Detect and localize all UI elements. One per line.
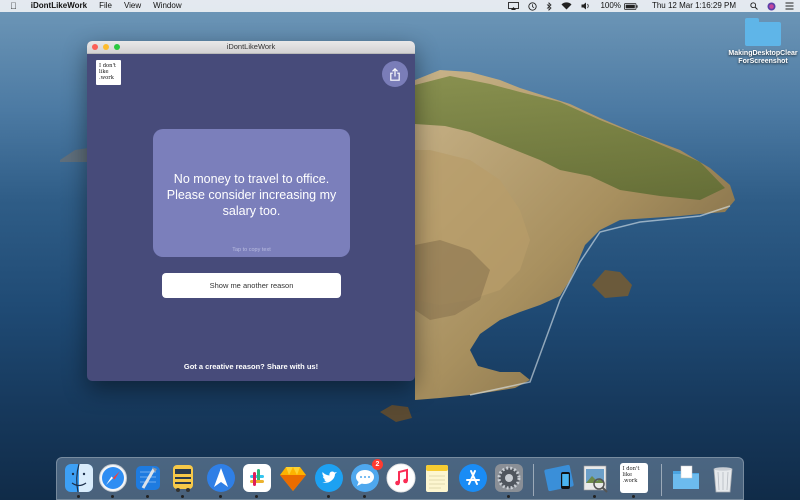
share-button[interactable] bbox=[382, 61, 408, 87]
menu-app-name[interactable]: iDontLikeWork bbox=[31, 0, 87, 12]
running-indicator bbox=[77, 495, 80, 498]
dock-item-downloads[interactable] bbox=[670, 462, 701, 493]
window-title: iDontLikeWork bbox=[226, 42, 276, 51]
gear-icon bbox=[494, 463, 523, 492]
running-indicator bbox=[255, 495, 258, 498]
notes-icon bbox=[425, 464, 448, 492]
app-logo-icon: I don't like .work bbox=[96, 60, 121, 85]
dock-item-music[interactable] bbox=[385, 462, 416, 493]
battery-percent[interactable]: 100% bbox=[600, 0, 620, 12]
folder-icon bbox=[745, 18, 781, 46]
xcode-icon bbox=[135, 465, 160, 490]
slack-icon bbox=[242, 463, 271, 492]
dock-item-slack[interactable] bbox=[241, 462, 272, 498]
dock-item-notes[interactable] bbox=[421, 462, 452, 493]
desktop:  iDontLikeWork File View Window 100% bbox=[0, 0, 800, 500]
reason-text: No money to travel to office. Please con… bbox=[166, 172, 337, 218]
airplay-icon[interactable] bbox=[508, 2, 520, 10]
dock-item-system-preferences[interactable] bbox=[493, 462, 524, 498]
simulator-icon bbox=[543, 464, 574, 491]
trash-icon bbox=[713, 466, 732, 492]
battery-icon[interactable] bbox=[624, 2, 638, 10]
app-window: iDontLikeWork I don't like .work No mone… bbox=[87, 41, 415, 381]
window-titlebar[interactable]: iDontLikeWork bbox=[87, 41, 415, 54]
app-store-icon bbox=[458, 463, 487, 492]
running-indicator bbox=[327, 495, 330, 498]
menu-window[interactable]: Window bbox=[153, 0, 181, 12]
dock-item-twitter[interactable] bbox=[313, 462, 344, 498]
dock-item-spark[interactable] bbox=[205, 462, 236, 498]
logo-line: .work bbox=[99, 75, 114, 81]
bird-icon bbox=[314, 463, 343, 492]
running-indicator bbox=[363, 495, 366, 498]
menu-bar:  iDontLikeWork File View Window 100% bbox=[0, 0, 800, 12]
truck-icon bbox=[172, 464, 193, 492]
notification-center-icon[interactable] bbox=[785, 2, 794, 10]
dock-item-simulator[interactable] bbox=[543, 462, 574, 493]
dock-item-app-store[interactable] bbox=[457, 462, 488, 493]
menu-clock[interactable]: Thu 12 Mar 1:16:29 PM bbox=[652, 0, 736, 12]
menu-view[interactable]: View bbox=[124, 0, 141, 12]
share-icon bbox=[390, 67, 400, 81]
bluetooth-icon[interactable] bbox=[546, 1, 553, 11]
running-indicator bbox=[181, 495, 184, 498]
dock-item-transmit[interactable] bbox=[167, 462, 198, 498]
share-reason-link[interactable]: Got a creative reason? Share with us! bbox=[87, 362, 415, 371]
window-zoom-button[interactable] bbox=[114, 44, 120, 50]
menu-file[interactable]: File bbox=[99, 0, 112, 12]
dock-item-safari[interactable] bbox=[97, 462, 128, 498]
dock-item-preview[interactable] bbox=[579, 462, 610, 498]
wifi-icon[interactable] bbox=[561, 2, 572, 10]
music-note-icon bbox=[386, 463, 415, 492]
dock: 2 I don't like .work bbox=[56, 457, 744, 500]
copy-hint: Tap to copy text bbox=[232, 247, 271, 253]
dock-item-sketch[interactable] bbox=[277, 462, 308, 493]
diamond-icon bbox=[279, 466, 306, 491]
dock-item-trash[interactable] bbox=[707, 462, 738, 493]
dock-separator bbox=[533, 464, 534, 496]
app-logo-icon: I don't like .work bbox=[619, 462, 648, 493]
running-indicator bbox=[111, 495, 114, 498]
dock-separator bbox=[661, 464, 662, 496]
window-close-button[interactable] bbox=[92, 44, 98, 50]
dock-item-finder[interactable] bbox=[63, 462, 94, 498]
desktop-folder-label: MakingDesktopClearForScreenshot bbox=[728, 50, 798, 65]
time-machine-icon[interactable] bbox=[528, 1, 538, 11]
dock-item-messages[interactable]: 2 bbox=[349, 459, 383, 498]
running-indicator bbox=[146, 495, 149, 498]
reason-card[interactable]: No money to travel to office. Please con… bbox=[153, 129, 350, 257]
spotlight-icon[interactable] bbox=[750, 2, 758, 10]
running-indicator bbox=[219, 495, 222, 498]
desktop-folder[interactable]: MakingDesktopClearForScreenshot bbox=[728, 18, 798, 66]
safari-icon bbox=[98, 463, 127, 492]
logo-line: .work bbox=[622, 477, 638, 484]
messages-badge: 2 bbox=[372, 459, 383, 470]
finder-icon bbox=[64, 463, 93, 492]
preview-icon bbox=[583, 465, 608, 493]
window-minimize-button[interactable] bbox=[103, 44, 109, 50]
paper-plane-icon bbox=[206, 463, 235, 492]
show-another-reason-button[interactable]: Show me another reason bbox=[162, 273, 341, 298]
volume-icon[interactable] bbox=[581, 2, 591, 10]
siri-icon[interactable] bbox=[767, 2, 776, 11]
running-indicator bbox=[593, 495, 596, 498]
apple-menu-icon[interactable]:  bbox=[10, 0, 17, 12]
dock-item-xcode[interactable] bbox=[132, 462, 163, 498]
dock-item-idontlikework[interactable]: I don't like .work bbox=[618, 462, 649, 498]
folder-icon bbox=[672, 465, 699, 489]
running-indicator bbox=[507, 495, 510, 498]
running-indicator bbox=[632, 495, 635, 498]
